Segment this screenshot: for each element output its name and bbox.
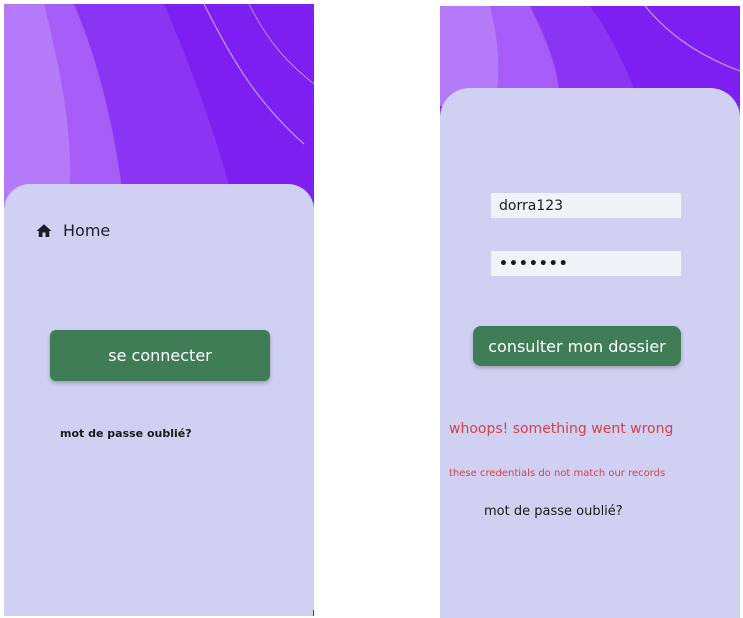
error-title: whoops! something went wrong (449, 421, 674, 437)
consult-file-button[interactable]: consulter mon dossier (473, 326, 681, 366)
divider-mark (313, 610, 314, 616)
home-icon (36, 223, 52, 237)
connect-button[interactable]: se connecter (50, 330, 270, 381)
nav-home-label: Home (63, 221, 111, 240)
nav-home[interactable]: Home (35, 221, 110, 240)
forgot-password-link[interactable]: mot de passe oublié? (60, 427, 192, 440)
login-screen-left: Home se connecter mot de passe oublié? (4, 4, 314, 616)
login-screen-right: dorra123 ••••••• consulter mon dossier w… (440, 6, 740, 618)
error-detail: these credentials do not match our recor… (449, 468, 666, 479)
forgot-password-link[interactable]: mot de passe oublié? (484, 504, 623, 519)
password-field[interactable]: ••••••• (491, 251, 681, 276)
content-card (4, 184, 314, 616)
username-field[interactable]: dorra123 (491, 193, 681, 218)
